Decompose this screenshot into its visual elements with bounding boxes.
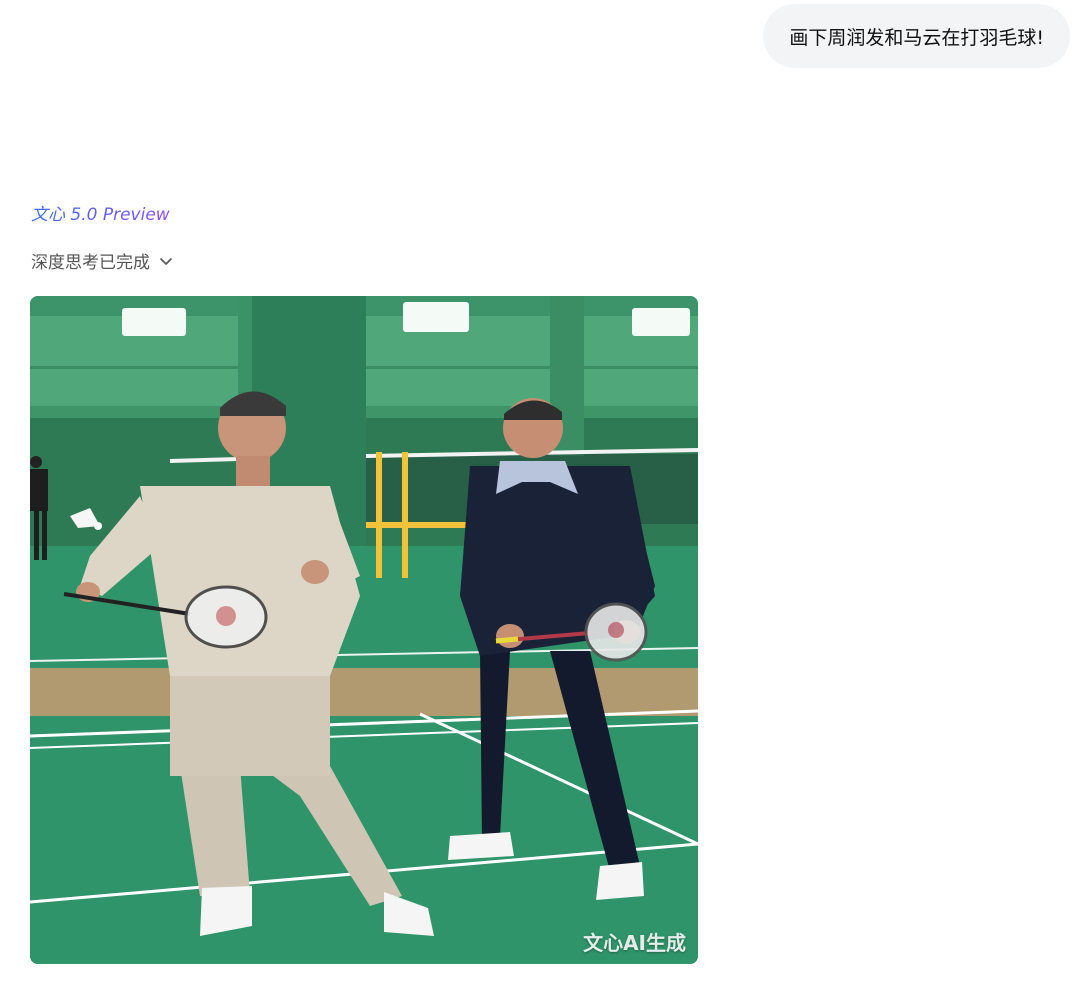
thinking-toggle[interactable]: 深度思考已完成 (31, 248, 174, 273)
thinking-status-label: 深度思考已完成 (31, 253, 150, 273)
chat-page: 画下周润发和马云在打羽毛球! 文心 5.0 Preview 深度思考已完成 文心… (0, 0, 1080, 986)
user-message-text: 画下周润发和马云在打羽毛球! (789, 26, 1044, 49)
model-name-label: 文心 5.0 Preview (31, 200, 170, 225)
badminton-scene-image (30, 296, 698, 964)
ai-watermark: 文心AI生成 (583, 931, 686, 955)
user-message-bubble: 画下周润发和马云在打羽毛球! (763, 4, 1070, 68)
chevron-down-icon (158, 253, 174, 269)
generated-image[interactable]: 文心AI生成 (30, 296, 698, 964)
